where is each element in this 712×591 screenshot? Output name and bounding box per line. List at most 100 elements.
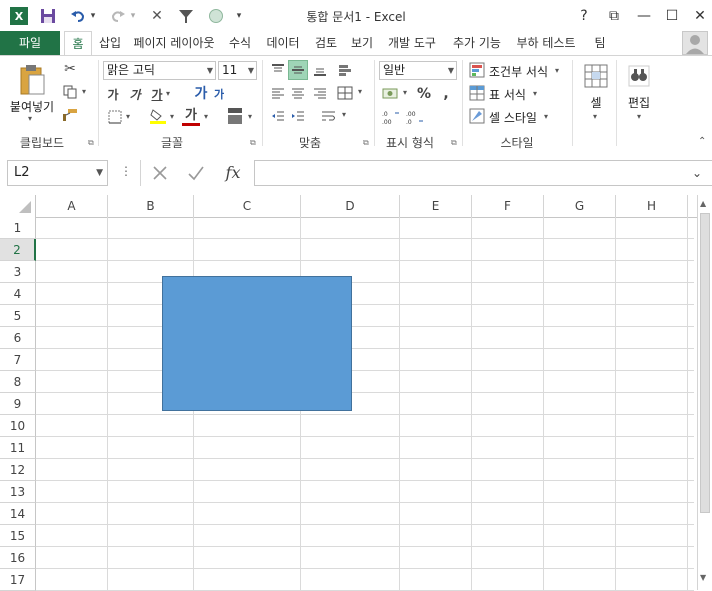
cut-icon[interactable]: ✂ xyxy=(60,60,80,78)
row-header[interactable]: 10 xyxy=(0,415,36,437)
merge-center-icon[interactable] xyxy=(334,83,356,103)
grow-font-button[interactable]: 가 xyxy=(193,84,209,102)
tab-add-ins[interactable]: 추가 기능 xyxy=(447,31,507,55)
font-name-combo[interactable]: 맑은 고딕 ▼ xyxy=(103,61,216,80)
tab-page-layout[interactable]: 페이지 레이아웃 xyxy=(132,31,216,55)
tab-home[interactable]: 홈 xyxy=(64,31,92,56)
row-header[interactable]: 12 xyxy=(0,459,36,481)
chevron-down-icon[interactable]: ▾ xyxy=(533,89,537,98)
alignment-dialog-launcher-icon[interactable]: ⧉ xyxy=(363,138,369,148)
row-header[interactable]: 4 xyxy=(0,283,36,305)
more-icon[interactable]: ⋮ xyxy=(120,164,132,178)
format-as-table-icon[interactable] xyxy=(468,84,486,102)
vertical-scrollbar[interactable]: ▲ ▼ xyxy=(697,195,712,590)
phonetic-guide-icon[interactable] xyxy=(224,106,246,126)
maximize-button[interactable]: ☐ xyxy=(660,6,684,26)
scroll-thumb[interactable] xyxy=(700,213,710,513)
number-format-combo[interactable]: 일반 ▼ xyxy=(379,61,457,80)
scroll-up-icon[interactable]: ▲ xyxy=(700,199,706,208)
chevron-down-icon[interactable]: ▾ xyxy=(544,112,548,121)
column-header[interactable]: A xyxy=(36,195,108,217)
phonetic-dropdown-icon[interactable]: ▾ xyxy=(248,112,252,121)
cancel-icon[interactable] xyxy=(148,160,172,186)
shrink-font-button[interactable]: 가 xyxy=(212,86,226,102)
underline-dropdown-icon[interactable]: ▾ xyxy=(166,89,170,98)
find-icon[interactable] xyxy=(624,62,654,90)
conditional-formatting-button[interactable]: 조건부 서식 xyxy=(489,63,548,80)
expand-formula-bar-icon[interactable]: ⌄ xyxy=(692,166,702,180)
copy-icon[interactable] xyxy=(60,83,80,101)
orientation-icon[interactable] xyxy=(334,60,356,80)
accounting-format-icon[interactable] xyxy=(380,84,402,104)
tab-team[interactable]: 팀 xyxy=(588,31,612,55)
column-header[interactable]: C xyxy=(194,195,301,217)
format-as-table-button[interactable]: 표 서식 xyxy=(489,86,526,103)
cells-button[interactable]: 셀 xyxy=(582,94,610,111)
row-header[interactable]: 9 xyxy=(0,393,36,415)
collapse-ribbon-icon[interactable]: ⌃ xyxy=(698,136,706,147)
row-header[interactable]: 2 xyxy=(0,239,36,261)
enter-icon[interactable] xyxy=(184,160,208,186)
column-header[interactable]: E xyxy=(400,195,472,217)
comma-style-button[interactable]: , xyxy=(438,84,454,104)
name-box[interactable]: L2 ▼ xyxy=(7,160,108,186)
borders-dropdown-icon[interactable]: ▾ xyxy=(126,112,130,121)
increase-indent-icon[interactable] xyxy=(288,106,308,126)
accounting-dropdown-icon[interactable]: ▾ xyxy=(403,88,407,97)
tab-developer[interactable]: 개발 도구 xyxy=(382,31,442,55)
decrease-decimal-icon[interactable]: .00.0 xyxy=(404,107,426,127)
tab-load-test[interactable]: 부하 테스트 xyxy=(511,31,581,55)
align-center-icon[interactable] xyxy=(288,83,308,103)
row-header[interactable]: 6 xyxy=(0,327,36,349)
conditional-formatting-icon[interactable] xyxy=(468,61,486,79)
rectangle-shape[interactable] xyxy=(162,276,352,411)
paste-dropdown-icon[interactable]: ▾ xyxy=(28,114,32,123)
align-right-icon[interactable] xyxy=(310,83,330,103)
decrease-indent-icon[interactable] xyxy=(268,106,288,126)
select-all-button[interactable] xyxy=(0,195,36,217)
row-header[interactable]: 11 xyxy=(0,437,36,459)
editing-button[interactable]: 편집 xyxy=(622,94,656,111)
number-dialog-launcher-icon[interactable]: ⧉ xyxy=(451,138,457,148)
scroll-down-icon[interactable]: ▼ xyxy=(700,573,706,582)
row-header[interactable]: 8 xyxy=(0,371,36,393)
row-header[interactable]: 3 xyxy=(0,261,36,283)
paste-icon[interactable] xyxy=(18,62,48,98)
fill-color-icon[interactable] xyxy=(148,106,168,126)
cell-styles-button[interactable]: 셀 스타일 xyxy=(489,109,537,126)
row-header[interactable]: 17 xyxy=(0,569,36,591)
avatar[interactable] xyxy=(682,31,708,55)
column-header[interactable]: G xyxy=(544,195,616,217)
tab-formulas[interactable]: 수식 xyxy=(224,31,256,55)
insert-function-button[interactable]: fx xyxy=(218,160,248,186)
close-button[interactable]: ✕ xyxy=(688,6,712,26)
chevron-down-icon[interactable]: ▾ xyxy=(637,112,641,121)
column-header[interactable]: F xyxy=(472,195,544,217)
ribbon-display-options-button[interactable]: ⧉ xyxy=(602,6,626,26)
tab-file[interactable]: 파일 xyxy=(0,31,60,55)
increase-decimal-icon[interactable]: .0.00 xyxy=(380,107,402,127)
align-middle-icon[interactable] xyxy=(288,60,308,80)
chevron-down-icon[interactable]: ▾ xyxy=(593,112,597,121)
column-header[interactable]: D xyxy=(301,195,400,217)
align-left-icon[interactable] xyxy=(268,83,288,103)
paste-button[interactable]: 붙여넣기 xyxy=(6,98,58,115)
wrap-text-icon[interactable] xyxy=(318,106,340,126)
align-bottom-icon[interactable] xyxy=(310,60,330,80)
minimize-button[interactable]: — xyxy=(632,6,656,26)
fill-color-dropdown-icon[interactable]: ▾ xyxy=(170,112,174,121)
row-header[interactable]: 5 xyxy=(0,305,36,327)
font-dialog-launcher-icon[interactable]: ⧉ xyxy=(250,138,256,148)
chevron-down-icon[interactable]: ▾ xyxy=(555,66,559,75)
font-size-combo[interactable]: 11 ▼ xyxy=(218,61,257,80)
borders-icon[interactable] xyxy=(106,108,124,126)
wrap-dropdown-icon[interactable]: ▾ xyxy=(342,110,346,119)
tab-insert[interactable]: 삽입 xyxy=(94,31,126,55)
align-top-icon[interactable] xyxy=(268,60,288,80)
row-header[interactable]: 16 xyxy=(0,547,36,569)
column-header[interactable]: H xyxy=(616,195,688,217)
copy-dropdown-icon[interactable]: ▾ xyxy=(82,87,86,96)
tab-view[interactable]: 보기 xyxy=(346,31,378,55)
row-header[interactable]: 15 xyxy=(0,525,36,547)
formula-input[interactable] xyxy=(254,160,712,186)
